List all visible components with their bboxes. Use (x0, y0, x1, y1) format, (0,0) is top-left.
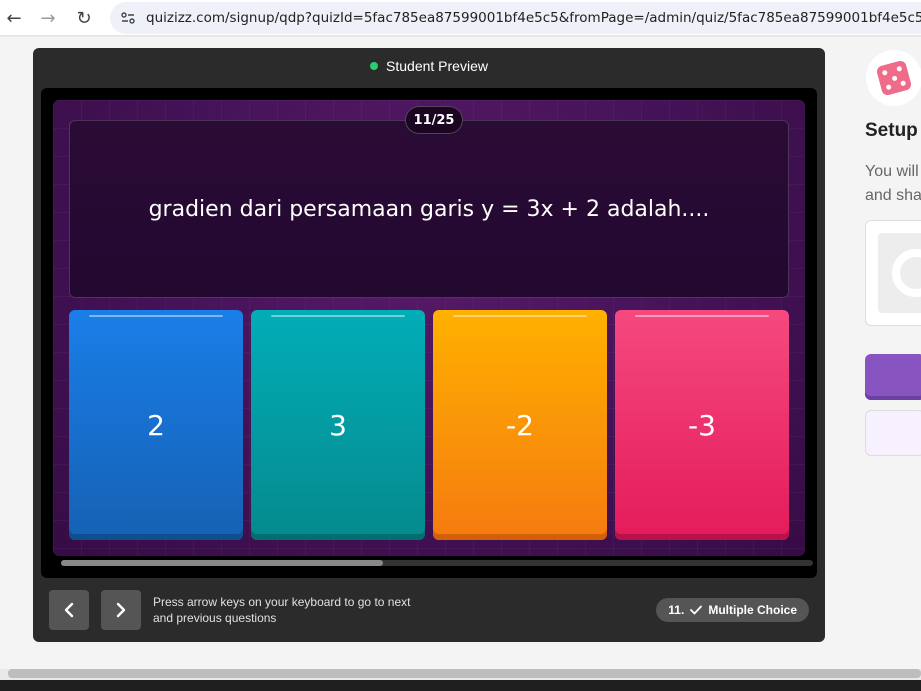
question-number: 11. (668, 603, 685, 617)
question-stage: 11/25 gradien dari persamaan garis y = 3… (53, 100, 805, 556)
question-text: gradien dari persamaan garis y = 3x + 2 … (148, 196, 710, 222)
question-counter: 11/25 (405, 106, 463, 134)
answer-option-label: -3 (688, 408, 716, 442)
stage-scrollbar[interactable] (61, 560, 813, 566)
live-status-dot (370, 62, 379, 70)
answer-option-3[interactable]: -2 (433, 310, 607, 540)
taskbar (0, 680, 921, 691)
card-thumbnail (878, 233, 921, 313)
secondary-action-button[interactable] (865, 410, 921, 456)
forward-icon[interactable]: → (36, 6, 60, 30)
modal-title: Student Preview (33, 58, 825, 74)
address-bar[interactable]: quizizz.com/signup/qdp?quizId=5fac785ea8… (110, 2, 921, 34)
setup-desc-line-1: You will (865, 163, 919, 180)
back-icon[interactable]: ← (2, 6, 26, 30)
previous-question-button[interactable] (49, 590, 89, 630)
stage-frame: 11/25 gradien dari persamaan garis y = 3… (41, 88, 817, 578)
keyboard-hint: Press arrow keys on your keyboard to go … (153, 594, 453, 626)
question-box: gradien dari persamaan garis y = 3x + 2 … (69, 120, 789, 298)
chevron-right-icon (116, 602, 126, 618)
setup-description: You will and sha (865, 160, 921, 208)
answer-option-4[interactable]: -3 (615, 310, 789, 540)
scrollbar-thumb[interactable] (61, 560, 383, 566)
setup-desc-line-2: and sha (865, 187, 921, 204)
answer-options: 2 3 -2 -3 (69, 310, 789, 540)
answer-option-label: 3 (329, 408, 347, 442)
answer-option-label: 2 (147, 408, 165, 442)
page-horizontal-scrollbar[interactable] (8, 669, 921, 678)
setup-heading: Setup (865, 120, 918, 141)
answer-option-label: -2 (506, 408, 534, 442)
url-text: quizizz.com/signup/qdp?quizId=5fac785ea8… (146, 10, 921, 26)
site-settings-icon[interactable] (120, 10, 136, 26)
check-icon (690, 605, 703, 615)
hint-line-1: Press arrow keys on your keyboard to go … (153, 595, 411, 609)
ring-icon (892, 249, 921, 297)
hint-line-2: and previous questions (153, 611, 277, 625)
setup-card-preview[interactable] (865, 220, 921, 326)
reload-icon[interactable]: ↻ (72, 6, 96, 30)
modal-title-text: Student Preview (386, 58, 488, 74)
next-question-button[interactable] (101, 590, 141, 630)
answer-option-1[interactable]: 2 (69, 310, 243, 540)
answer-option-2[interactable]: 3 (251, 310, 425, 540)
question-type-badge: 11. Multiple Choice (656, 598, 809, 622)
browser-toolbar: ← → ↻ quizizz.com/signup/qdp?quizId=5fac… (0, 0, 921, 36)
chevron-left-icon (64, 602, 74, 618)
student-preview-modal: Student Preview 11/25 gradien dari persa… (33, 48, 825, 642)
question-type-label: Multiple Choice (708, 603, 797, 617)
preview-footer: Press arrow keys on your keyboard to go … (49, 590, 809, 630)
primary-action-button[interactable] (865, 354, 921, 400)
dice-icon (866, 50, 921, 106)
